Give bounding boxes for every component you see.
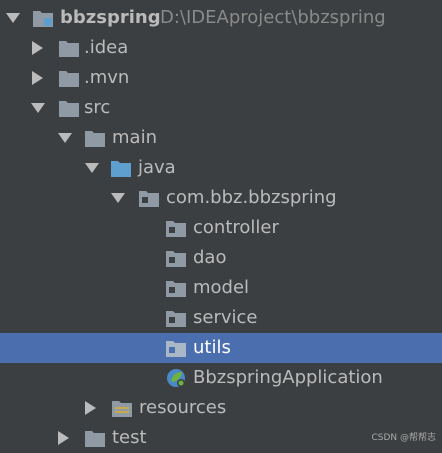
- tree-item-dao[interactable]: dao: [0, 243, 442, 273]
- tree-item-mvn[interactable]: .mvn: [0, 63, 442, 93]
- folder-icon: [84, 128, 106, 148]
- tree-item-label: controller: [193, 217, 279, 238]
- folder-icon: [58, 98, 80, 118]
- collapse-arrow-icon[interactable]: [85, 401, 96, 415]
- tree-item-label: dao: [193, 247, 227, 268]
- spring-boot-class-icon: [165, 368, 187, 388]
- expand-arrow-icon[interactable]: [58, 133, 72, 143]
- tree-item-project-root[interactable]: bbzspring D:\IDEAproject\bbzspring: [0, 3, 442, 33]
- tree-item-resources[interactable]: resources: [0, 393, 442, 423]
- tree-item-controller[interactable]: controller: [0, 213, 442, 243]
- tree-item-java[interactable]: java: [0, 153, 442, 183]
- package-icon: [165, 248, 187, 268]
- expand-arrow-icon[interactable]: [31, 103, 45, 113]
- tree-item-label: test: [112, 427, 147, 448]
- tree-item-service[interactable]: service: [0, 303, 442, 333]
- folder-icon: [84, 428, 106, 448]
- expand-arrow-icon[interactable]: [111, 193, 125, 203]
- expand-arrow-icon[interactable]: [6, 13, 20, 23]
- tree-item-idea[interactable]: .idea: [0, 33, 442, 63]
- resources-folder-icon: [111, 398, 133, 418]
- tree-item-label: main: [112, 127, 157, 148]
- project-tree: bbzspring D:\IDEAproject\bbzspring .idea…: [0, 3, 442, 453]
- tree-item-model[interactable]: model: [0, 273, 442, 303]
- tree-item-package-root[interactable]: com.bbz.bbzspring: [0, 183, 442, 213]
- tree-item-label: src: [84, 97, 111, 118]
- folder-icon: [58, 68, 80, 88]
- tree-item-label: utils: [193, 337, 231, 358]
- expand-arrow-icon[interactable]: [85, 163, 99, 173]
- tree-item-label: BbzspringApplication: [193, 367, 383, 388]
- module-folder-icon: [32, 8, 54, 28]
- tree-item-label: .idea: [84, 37, 129, 58]
- project-root-name: bbzspring: [60, 7, 161, 28]
- package-icon: [165, 218, 187, 238]
- tree-item-label: resources: [139, 397, 227, 418]
- package-icon: [165, 338, 187, 358]
- collapse-arrow-icon[interactable]: [58, 431, 69, 445]
- folder-icon: [58, 38, 80, 58]
- source-root-folder-icon: [110, 158, 132, 178]
- collapse-arrow-icon[interactable]: [32, 71, 43, 85]
- tree-item-label: model: [193, 277, 250, 298]
- watermark: CSDN @帮帮志: [371, 433, 436, 443]
- project-root-path: D:\IDEAproject\bbzspring: [160, 7, 386, 28]
- tree-item-application-class[interactable]: BbzspringApplication: [0, 363, 442, 393]
- package-icon: [165, 308, 187, 328]
- tree-item-src[interactable]: src: [0, 93, 442, 123]
- tree-item-main[interactable]: main: [0, 123, 442, 153]
- tree-item-utils[interactable]: utils: [0, 333, 442, 363]
- collapse-arrow-icon[interactable]: [32, 41, 43, 55]
- tree-item-label: .mvn: [84, 67, 130, 88]
- tree-item-label: java: [138, 157, 176, 178]
- tree-item-label: com.bbz.bbzspring: [166, 187, 337, 208]
- package-icon: [138, 188, 160, 208]
- package-icon: [165, 278, 187, 298]
- tree-item-label: service: [193, 307, 258, 328]
